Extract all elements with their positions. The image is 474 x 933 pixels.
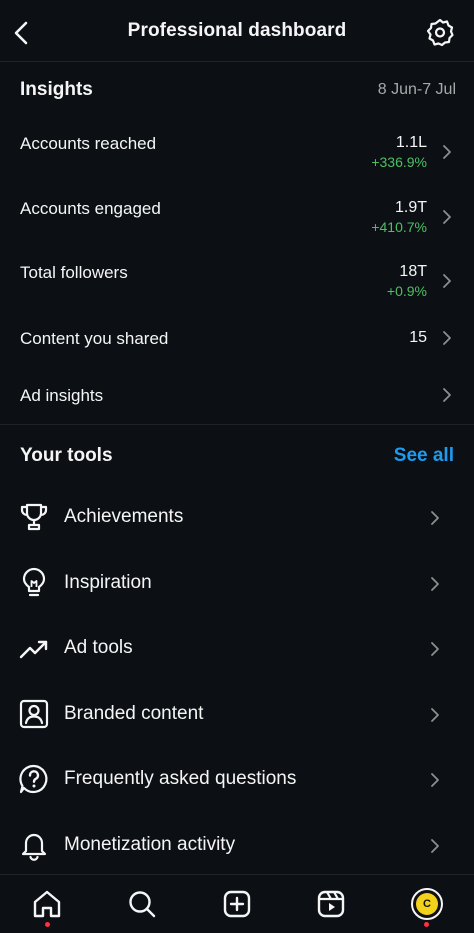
- gear-icon: [426, 18, 454, 47]
- chevron-right-icon: [443, 145, 451, 159]
- home-icon: [33, 890, 61, 918]
- metric-content-shared[interactable]: Content you shared 15: [0, 320, 474, 360]
- chevron-right-icon: [431, 773, 439, 787]
- settings-button[interactable]: [424, 16, 456, 48]
- tool-label: Frequently asked questions: [64, 768, 297, 789]
- tool-label: Inspiration: [64, 572, 152, 593]
- insights-title: Insights: [20, 79, 93, 100]
- see-all-button[interactable]: See all: [394, 445, 454, 467]
- metric-ad-insights[interactable]: Ad insights: [0, 377, 474, 417]
- search-icon: [129, 891, 156, 918]
- chevron-right-icon: [431, 642, 439, 656]
- tool-label: Achievements: [64, 506, 184, 527]
- chevron-right-icon: [431, 577, 439, 591]
- home-notification-dot: [45, 922, 50, 927]
- trending-up-icon: [19, 640, 48, 659]
- metric-change: +336.9%: [371, 154, 427, 170]
- metric-accounts-reached[interactable]: Accounts reached 1.1L +336.9%: [0, 126, 474, 182]
- tool-ad-tools[interactable]: Ad tools: [0, 619, 474, 679]
- tab-search[interactable]: [125, 887, 159, 921]
- tool-label: Monetization activity: [64, 834, 236, 855]
- tool-achievements[interactable]: Achievements: [0, 488, 474, 548]
- tools-title: Your tools: [20, 445, 113, 466]
- metric-total-followers[interactable]: Total followers 18T +0.9%: [0, 256, 474, 312]
- tool-label: Branded content: [64, 703, 204, 724]
- section-divider: [0, 424, 474, 425]
- avatar-logo: C: [416, 893, 438, 915]
- metric-value: 1.1L: [395, 134, 427, 151]
- tool-inspiration[interactable]: Inspiration: [0, 554, 474, 614]
- metric-accounts-engaged[interactable]: Accounts engaged 1.9T +410.7%: [0, 191, 474, 247]
- tool-label: Ad tools: [64, 637, 133, 658]
- metric-label: Ad insights: [20, 386, 104, 405]
- tab-profile[interactable]: C: [410, 887, 444, 921]
- create-icon: [223, 890, 251, 918]
- chevron-right-icon: [431, 708, 439, 722]
- bottom-tab-bar: C: [0, 874, 474, 933]
- metric-change: +0.9%: [386, 283, 427, 299]
- chevron-right-icon: [443, 331, 451, 345]
- tool-faq[interactable]: Frequently asked questions: [0, 750, 474, 810]
- metric-value: 15: [409, 329, 427, 346]
- chevron-right-icon: [431, 511, 439, 525]
- branded-content-icon: [19, 699, 49, 729]
- metric-change: +410.7%: [371, 219, 427, 235]
- metric-label: Accounts reached: [20, 134, 157, 153]
- tab-reels[interactable]: [314, 887, 348, 921]
- metric-value: 1.9T: [394, 199, 427, 216]
- bell-icon: [21, 833, 47, 861]
- metric-label: Content you shared: [20, 329, 169, 348]
- metric-label: Accounts engaged: [20, 199, 161, 218]
- metric-label: Total followers: [20, 263, 128, 282]
- faq-icon: [19, 764, 48, 794]
- trophy-icon: [20, 503, 48, 531]
- tools-header: Your tools See all: [20, 444, 454, 470]
- tab-create[interactable]: [220, 887, 254, 921]
- insights-header: Insights 8 Jun-7 Jul: [20, 78, 456, 104]
- chevron-right-icon: [431, 839, 439, 853]
- lightbulb-icon: [22, 567, 46, 597]
- page-title: Professional dashboard: [127, 20, 347, 41]
- profile-notification-dot: [424, 922, 429, 927]
- tool-branded-content[interactable]: Branded content: [0, 685, 474, 745]
- reels-icon: [317, 890, 345, 918]
- date-range[interactable]: 8 Jun-7 Jul: [378, 81, 456, 99]
- header: Professional dashboard: [0, 0, 474, 62]
- avatar: C: [411, 888, 443, 920]
- tab-home[interactable]: [30, 887, 64, 921]
- chevron-right-icon: [443, 210, 451, 224]
- metric-value: 18T: [399, 263, 427, 280]
- chevron-right-icon: [443, 274, 451, 288]
- tool-monetization-activity[interactable]: Monetization activity: [0, 816, 474, 876]
- chevron-right-icon: [443, 388, 451, 402]
